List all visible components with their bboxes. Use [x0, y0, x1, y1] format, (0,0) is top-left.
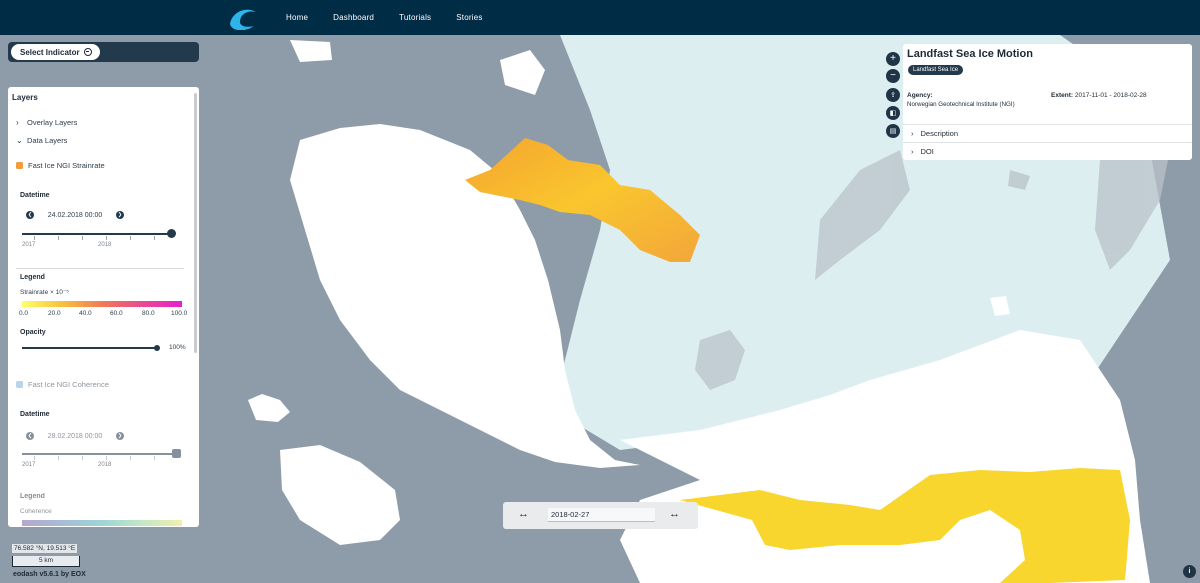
info-button[interactable]: i: [1183, 565, 1196, 578]
share-button[interactable]: ⇪: [886, 88, 900, 102]
select-indicator-label: Select Indicator: [20, 47, 80, 57]
mouse-coordinates: 76.582 °N, 19.513 °E: [12, 544, 78, 553]
layers-title: Layers: [12, 93, 38, 102]
minus-icon: −: [890, 70, 896, 81]
layer-coherence-name: Fast Ice NGI Coherence: [28, 380, 109, 389]
time-control: ↔ 2018-02-27 ↔: [503, 502, 698, 529]
data-layers-toggle[interactable]: ⌄ Data Layers: [16, 136, 67, 145]
doi-toggle[interactable]: › DOI: [911, 147, 934, 156]
select-indicator-bar: Select Indicator: [8, 42, 199, 62]
extent: Extent: 2017-11-01 - 2018-02-28: [1051, 92, 1147, 99]
coherence-datetime-value[interactable]: 28.02.2018 00:00: [42, 433, 108, 440]
agency-label: Agency:: [907, 92, 933, 99]
opacity-value: 100%: [169, 344, 186, 351]
extent-label: Extent:: [1051, 92, 1074, 99]
top-navigation-bar: Home Dashboard Tutorials Stories: [0, 0, 1200, 35]
tick-label-2017: 2017: [22, 462, 36, 468]
coherence-legend-gradient: [22, 520, 182, 526]
zoom-out-button[interactable]: −: [886, 69, 900, 83]
coherence-datetime-control: ❮ 28.02.2018 00:00 ❯: [26, 432, 124, 440]
strainrate-time-slider[interactable]: [22, 229, 176, 240]
indicator-info-panel: Landfast Sea Ice Motion Landfast Sea Ice…: [903, 44, 1192, 160]
coherence-time-slider-handle[interactable]: [172, 449, 181, 458]
chat-icon: ▤: [889, 127, 897, 135]
plus-icon: +: [890, 53, 896, 64]
scale-bar: 5 km: [12, 556, 80, 567]
coherence-time-slider[interactable]: [22, 449, 181, 460]
divider: [16, 268, 184, 269]
indicator-theme-chip[interactable]: Landfast Sea Ice: [908, 65, 964, 75]
nav-tutorials[interactable]: Tutorials: [389, 13, 446, 22]
compare-button[interactable]: ◧: [886, 106, 900, 120]
layer-coherence-swatch: [16, 381, 23, 388]
agency-value: Norwegian Geotechnical Institute (NGI): [907, 101, 1015, 108]
share-icon: ⇪: [890, 91, 896, 99]
wave-logo-icon[interactable]: [226, 4, 260, 30]
layer-coherence[interactable]: Fast Ice NGI Coherence: [16, 380, 109, 389]
next-date-button[interactable]: ❯: [116, 211, 124, 219]
arrows-horizontal-icon[interactable]: ↔: [669, 508, 680, 520]
strainrate-legend-label: Legend: [20, 274, 45, 281]
overlay-layers-label: Overlay Layers: [27, 118, 78, 127]
tick-label-2018: 2018: [98, 462, 112, 468]
coherence-legend-title: Coherence: [20, 508, 52, 515]
select-indicator-button[interactable]: Select Indicator: [11, 44, 100, 60]
description-toggle[interactable]: › Description: [911, 129, 958, 138]
layer-strainrate[interactable]: Fast Ice NGI Strainrate: [16, 161, 105, 170]
prev-date-button[interactable]: ❮: [26, 432, 34, 440]
feedback-button[interactable]: ▤: [886, 124, 900, 138]
zoom-in-button[interactable]: +: [886, 52, 900, 66]
chevron-right-icon: ›: [911, 129, 914, 138]
chevron-right-icon: ›: [16, 118, 19, 127]
time-control-value[interactable]: 2018-02-27: [548, 508, 655, 522]
overlay-layers-toggle[interactable]: › Overlay Layers: [16, 118, 77, 127]
nav-stories[interactable]: Stories: [446, 13, 497, 22]
coherence-legend-label: Legend: [20, 493, 45, 500]
opacity-label: Opacity: [20, 329, 46, 336]
arrows-horizontal-icon[interactable]: ↔: [518, 508, 529, 520]
nav-home[interactable]: Home: [276, 13, 323, 22]
tick-label-2017: 2017: [22, 242, 36, 248]
compare-icon: ◧: [889, 109, 897, 117]
info-icon: i: [1188, 568, 1191, 575]
strainrate-time-slider-handle[interactable]: [167, 229, 176, 238]
strainrate-legend-gradient: [22, 301, 182, 307]
nav-dashboard[interactable]: Dashboard: [323, 13, 389, 22]
layer-strainrate-swatch: [16, 162, 23, 169]
prev-date-button[interactable]: ❮: [26, 211, 34, 219]
strainrate-datetime-control: ❮ 24.02.2018 00:00 ❯: [26, 211, 124, 219]
layer-strainrate-name: Fast Ice NGI Strainrate: [28, 161, 105, 170]
main-nav: Home Dashboard Tutorials Stories: [276, 0, 498, 35]
extent-value: 2017-11-01 - 2018-02-28: [1074, 92, 1147, 99]
doi-label: DOI: [920, 147, 934, 156]
chevron-down-icon: ⌄: [16, 136, 23, 145]
opacity-slider[interactable]: [22, 345, 160, 351]
data-layers-label: Data Layers: [27, 136, 68, 145]
next-date-button[interactable]: ❯: [116, 432, 124, 440]
coherence-datetime-label: Datetime: [20, 411, 50, 418]
layers-scrollbar[interactable]: [194, 93, 197, 353]
description-label: Description: [920, 129, 959, 138]
opacity-slider-handle[interactable]: [154, 345, 160, 351]
tick-label-2018: 2018: [98, 242, 112, 248]
strainrate-datetime-label: Datetime: [20, 192, 50, 199]
indicator-title: Landfast Sea Ice Motion: [907, 48, 1033, 60]
strainrate-legend-title: Strainrate × 10⁻⁵: [20, 289, 69, 296]
arrow-circle-icon: [83, 48, 92, 56]
version-label[interactable]: eodash v5.6.1 by EOX: [13, 571, 86, 578]
layers-panel: Layers › Overlay Layers ⌄ Data Layers Fa…: [8, 87, 199, 527]
strainrate-datetime-value[interactable]: 24.02.2018 00:00: [42, 212, 108, 219]
chevron-right-icon: ›: [911, 147, 914, 156]
